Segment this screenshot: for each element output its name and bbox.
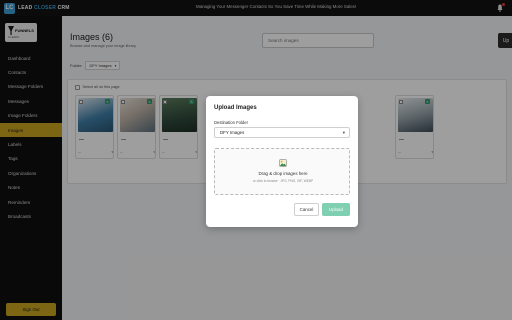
image-icon xyxy=(279,159,287,167)
destination-folder-label: Destination Folder xyxy=(214,120,248,125)
upload-images-dialog: Upload Images Destination Folder DFY Ima… xyxy=(206,96,358,227)
dialog-title: Upload Images xyxy=(214,105,257,111)
image-dropzone[interactable]: Drag & drop images here or click to brow… xyxy=(214,148,350,195)
chevron-down-icon: ▾ xyxy=(342,130,345,135)
destination-folder-value: DFY Images xyxy=(220,130,245,135)
upload-submit-button[interactable]: Upload xyxy=(322,203,350,216)
cancel-button[interactable]: Cancel xyxy=(294,203,319,216)
destination-folder-select[interactable]: DFY Images ▾ xyxy=(214,127,350,138)
dropzone-hint: or click to browse · JPG, PNG, GIF, WEBP xyxy=(252,179,314,183)
dropzone-title: Drag & drop images here xyxy=(258,171,308,176)
